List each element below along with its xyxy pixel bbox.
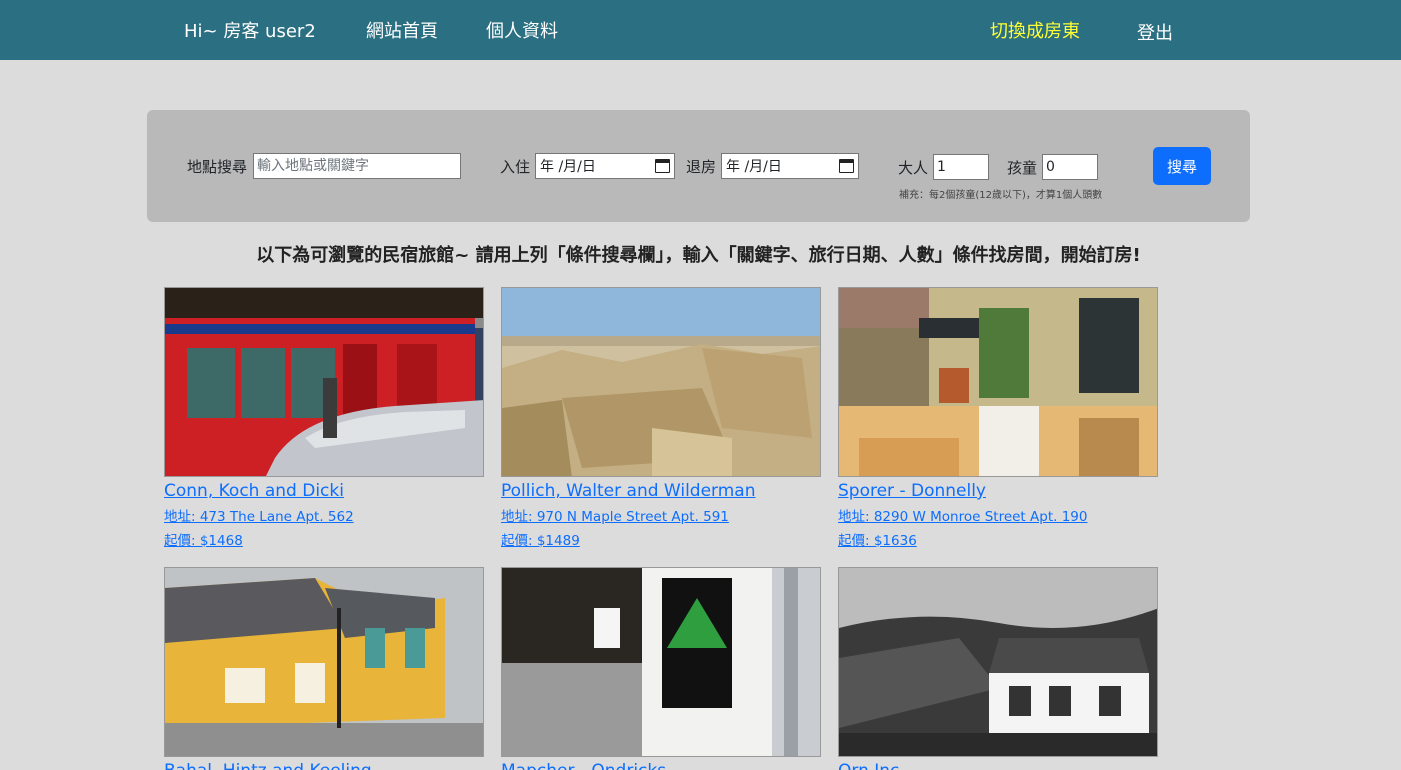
listing-name-link[interactable]: Sporer - Donnelly xyxy=(838,481,1158,501)
checkout-date-input[interactable]: 年 /月/日 xyxy=(721,153,859,179)
listing-price-link[interactable]: 起價: $1636 xyxy=(838,529,1158,549)
user-greeting: Hi~ 房客 user2 xyxy=(184,21,316,42)
listing-price-link[interactable]: 起價: $1489 xyxy=(501,529,821,549)
listing-card[interactable]: Sporer - Donnelly 地址: 8290 W Monroe Stre… xyxy=(838,287,1158,549)
listing-photo[interactable] xyxy=(501,287,821,477)
checkout-label: 退房 xyxy=(686,158,717,176)
listing-name-link[interactable]: Orn Inc xyxy=(838,761,1158,770)
checkin-date-input[interactable]: 年 /月/日 xyxy=(535,153,675,179)
listing-card[interactable]: Pollich, Walter and Wilderman 地址: 970 N … xyxy=(501,287,821,549)
children-input[interactable] xyxy=(1042,154,1098,180)
listing-address-link[interactable]: 地址: 473 The Lane Apt. 562 xyxy=(164,505,484,525)
location-label: 地點搜尋 xyxy=(187,158,248,176)
listing-name-link[interactable]: Conn, Koch and Dicki xyxy=(164,481,484,501)
adults-label: 大人 xyxy=(898,159,929,177)
calendar-icon[interactable] xyxy=(655,159,670,173)
headcount-note: 補充：每2個孩童(12歲以下)，才算1個人頭數 xyxy=(899,190,1103,201)
listing-photo[interactable] xyxy=(164,567,484,757)
listing-price-link[interactable]: 起價: $1468 xyxy=(164,529,484,549)
listing-address-link[interactable]: 地址: 8290 W Monroe Street Apt. 190 xyxy=(838,505,1158,525)
listing-card[interactable]: Bahal, Hintz and Keeling xyxy=(164,567,484,770)
listing-photo[interactable] xyxy=(838,567,1158,757)
listing-photo[interactable] xyxy=(838,287,1158,477)
listing-card[interactable]: Orn Inc xyxy=(838,567,1158,770)
checkin-date-text: 年 /月/日 xyxy=(540,159,596,175)
listing-name-link[interactable]: Pollich, Walter and Wilderman xyxy=(501,481,821,501)
switch-to-host-link[interactable]: 切換成房東 xyxy=(990,17,1080,43)
top-navbar: Hi~ 房客 user2 網站首頁 個人資料 切換成房東 登出 xyxy=(0,0,1401,60)
children-label: 孩童 xyxy=(1007,159,1038,177)
listing-photo[interactable] xyxy=(501,567,821,757)
listing-card[interactable]: Mapcher - Ondricks xyxy=(501,567,821,770)
calendar-icon[interactable] xyxy=(839,159,854,173)
logout-link[interactable]: 登出 xyxy=(1137,19,1173,45)
listing-name-link[interactable]: Mapcher - Ondricks xyxy=(501,761,821,770)
checkin-label: 入住 xyxy=(500,158,531,176)
nav-profile-link[interactable]: 個人資料 xyxy=(486,17,558,43)
listing-photo[interactable] xyxy=(164,287,484,477)
listing-address-link[interactable]: 地址: 970 N Maple Street Apt. 591 xyxy=(501,505,821,525)
nav-home-link[interactable]: 網站首頁 xyxy=(366,17,438,43)
checkout-date-text: 年 /月/日 xyxy=(726,159,782,175)
adults-input[interactable] xyxy=(933,154,989,180)
listing-card[interactable]: Conn, Koch and Dicki 地址: 473 The Lane Ap… xyxy=(164,287,484,549)
intro-text: 以下為可瀏覽的民宿旅館~ 請用上列「條件搜尋欄」，輸入「關鍵字、旅行日期、人數」… xyxy=(256,245,1141,266)
search-button[interactable]: 搜尋 xyxy=(1153,147,1211,185)
listing-name-link[interactable]: Bahal, Hintz and Keeling xyxy=(164,761,484,770)
search-panel: 地點搜尋 入住 年 /月/日 退房 年 /月/日 大人 孩童 補充：每2個孩童(… xyxy=(147,110,1250,222)
location-search-input[interactable] xyxy=(253,153,461,179)
